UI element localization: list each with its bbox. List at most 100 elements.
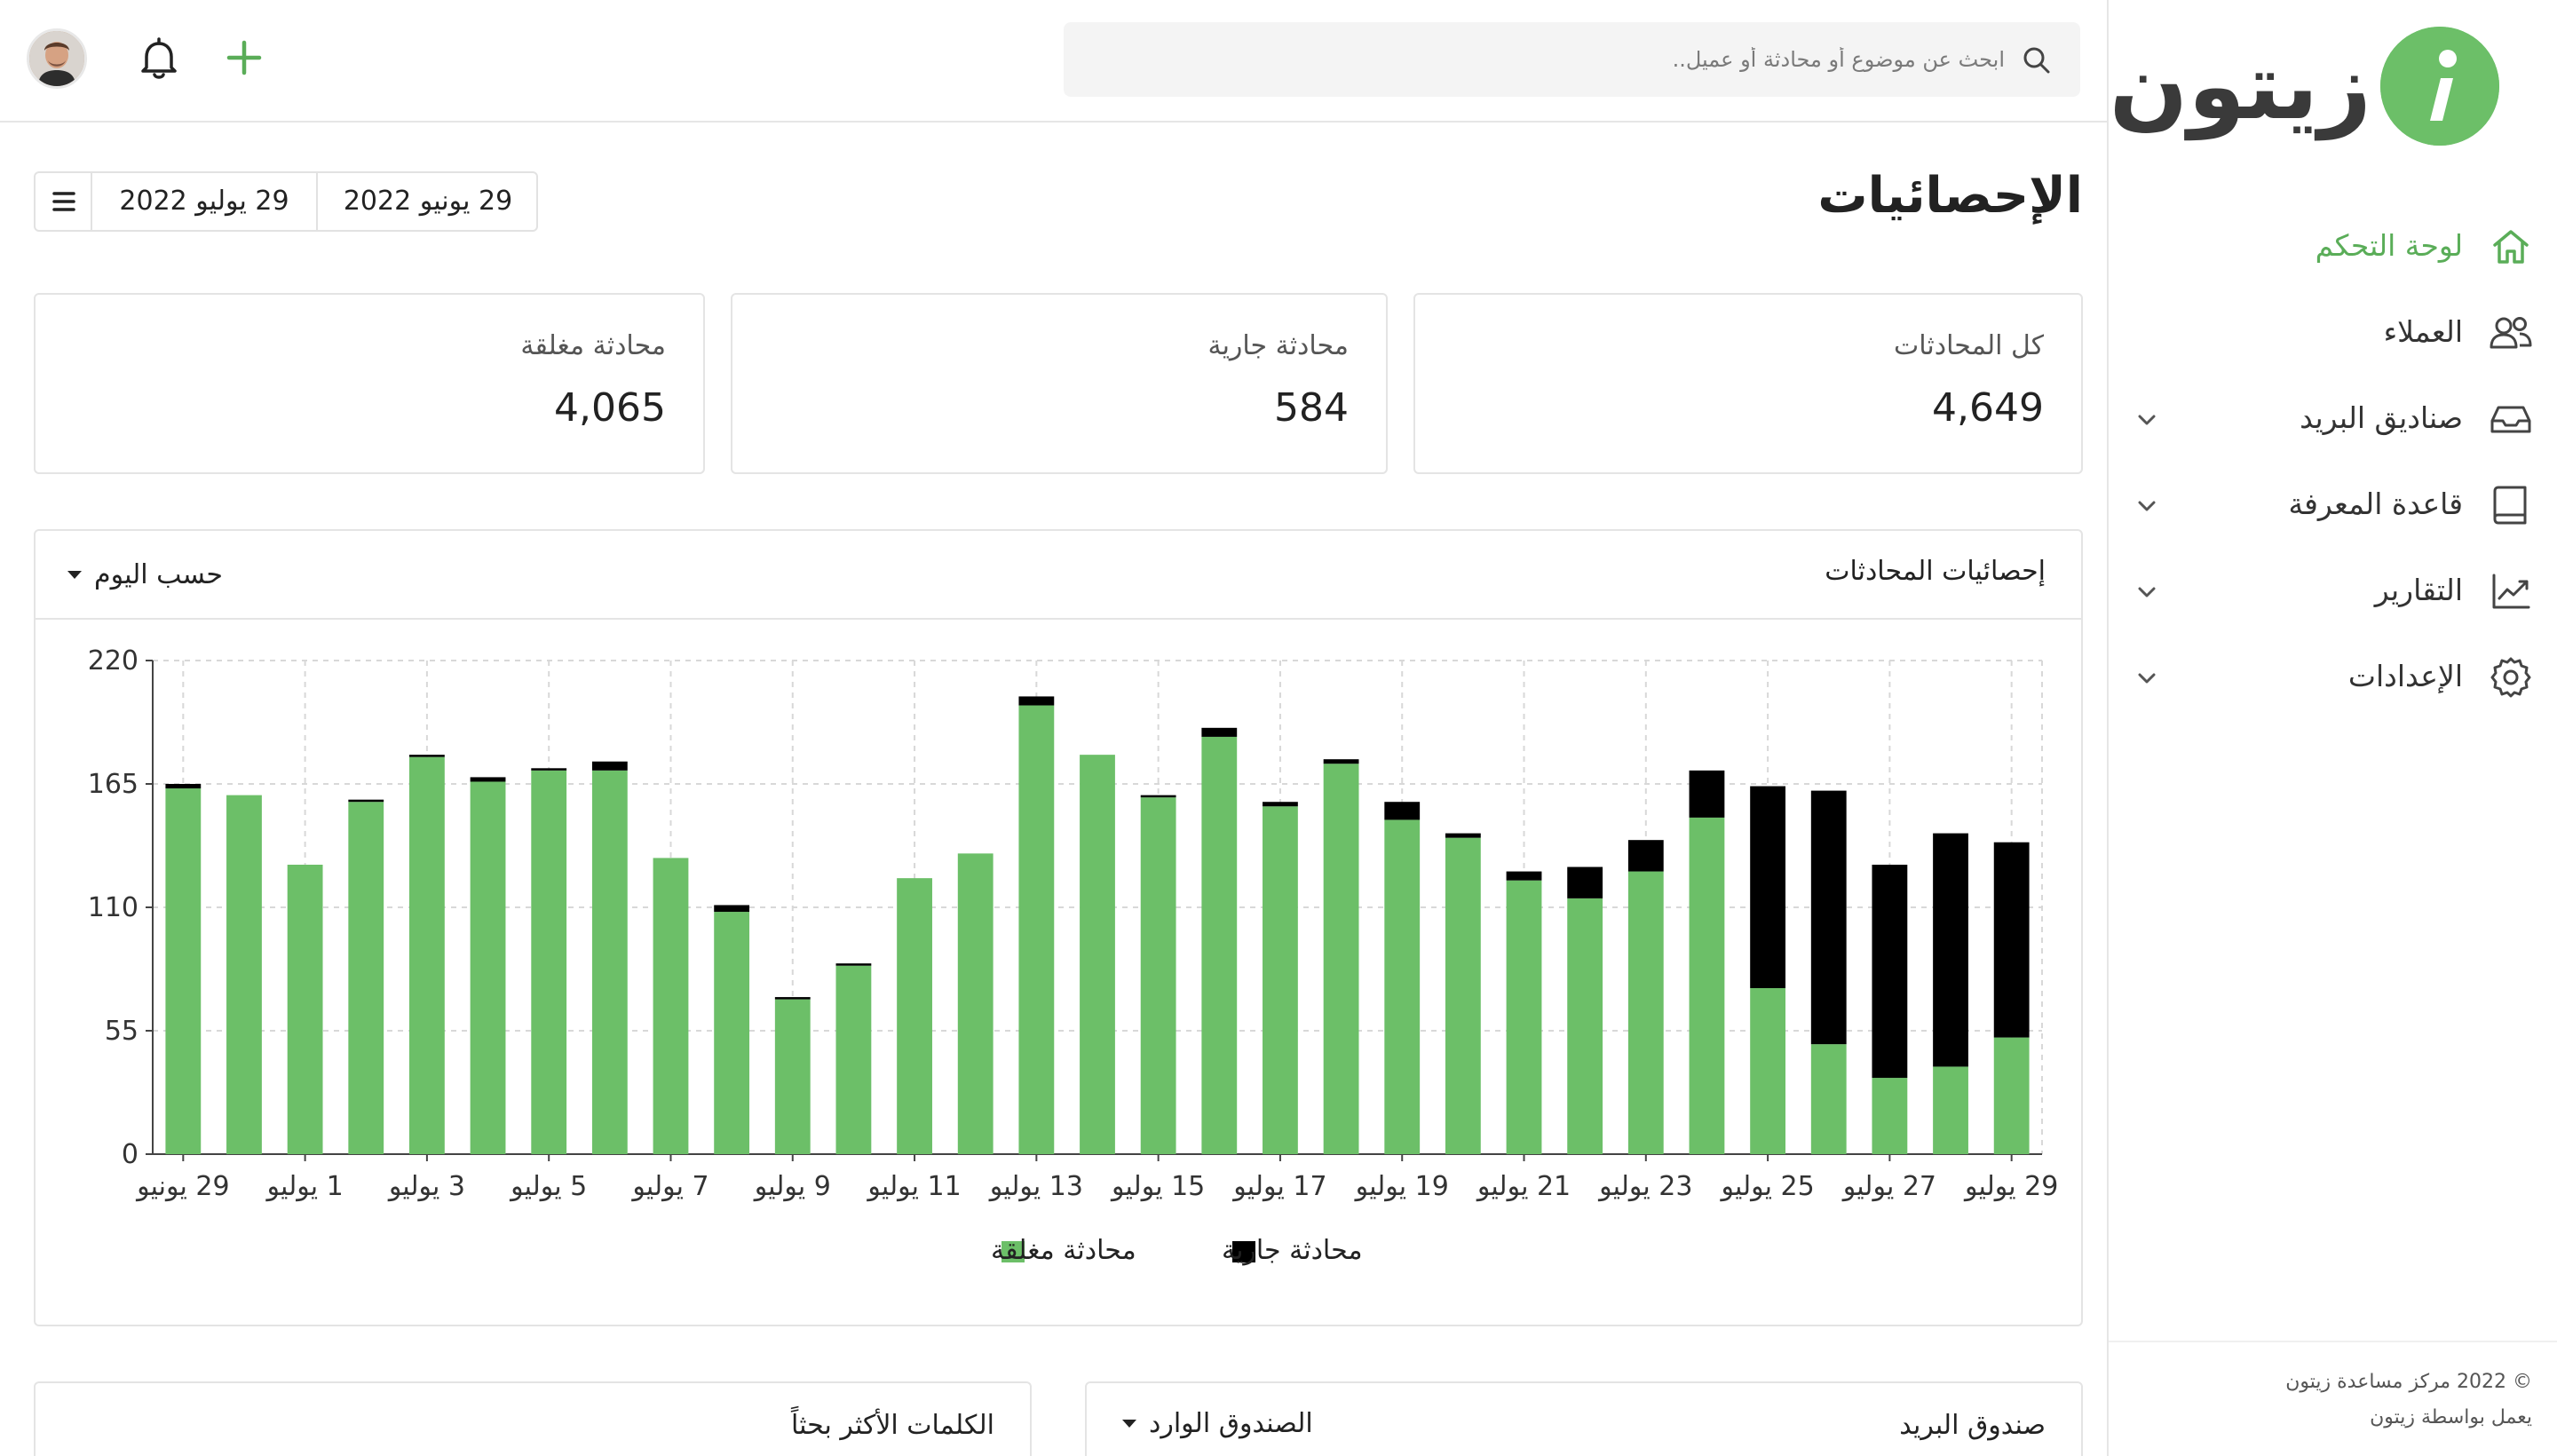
bar-open [774,997,811,1000]
mailbox-card: صندوق البريد الصندوق الوارد [1085,1381,2083,1456]
date-start[interactable]: 29 يونيو 2022 [316,173,538,230]
logo-mark-icon [2380,27,2499,146]
powered-by-text[interactable]: يعمل بواسطة زيتون [2370,1406,2532,1428]
conversations-stats-panel: إحصائيات المحادثات حسب اليوم 0 55 110 165 22… [34,529,2083,1326]
top-bar [0,0,2107,123]
avatar[interactable] [27,28,87,89]
x-tick-label: 21 يوليو [1476,1171,1571,1202]
y-tick-label: 0 [122,1139,139,1170]
bar-open [1201,727,1238,737]
bar-open [1323,759,1359,764]
bar-closed [408,756,445,1154]
bar-closed [653,858,689,1154]
bar-open [470,777,506,782]
sidebar-item-dashboard[interactable]: لوحة التحكم [2109,204,2557,290]
bar-closed [1506,880,1542,1154]
bar-open [1993,842,2030,1038]
users-icon [2490,317,2532,349]
chart-line-icon [2492,574,2530,609]
stat-card-open: محادثة جارية 584 [731,293,1388,474]
legend-label: محادثة جارية [1222,1235,1363,1266]
x-tick-label: 27 يوليو [1841,1171,1936,1202]
x-tick-label: 7 يوليو [630,1171,709,1202]
chevron-down-icon[interactable] [2132,405,2162,435]
chevron-down-icon[interactable] [2132,491,2162,521]
bar-closed [348,802,384,1154]
x-tick-label: 29 يونيو [135,1171,229,1202]
group-by-dropdown[interactable]: حسب اليوم [67,554,223,595]
sidebar-item-customers[interactable]: العملاء [2109,290,2557,376]
bar-closed [1323,764,1359,1154]
mailbox-select[interactable]: الصندوق الوارد [1122,1408,1313,1439]
bell-icon[interactable] [138,36,180,82]
chevron-down-icon[interactable] [2132,663,2162,693]
bar-open [1445,833,1481,838]
caret-down-icon [67,570,82,579]
sidebar-divider [2109,1341,2557,1342]
bar-closed [774,999,811,1154]
menu-button[interactable] [36,173,92,230]
panel-header: إحصائيات المحادثات حسب اليوم [36,531,2081,620]
bar-closed [531,770,567,1154]
bar-closed [1080,755,1115,1154]
stat-value: 4,065 [554,385,666,431]
x-tick-label: 13 يوليو [988,1171,1083,1202]
keywords-card-title: الكلمات الأكثر بحثاً [790,1410,994,1441]
add-icon[interactable] [226,39,263,76]
bar-open [1018,696,1055,706]
hamburger-icon [52,192,75,211]
sidebar-nav: لوحة التحكم العملاء صناديق البريد قاعدة … [2109,204,2557,721]
sidebar-item-mailboxes[interactable]: صناديق البريد [2109,376,2557,463]
date-end[interactable]: 29 يوليو 2022 [94,173,314,230]
bar-closed [1384,819,1421,1154]
bar-closed [287,864,323,1154]
bar-open [165,784,202,789]
sidebar-item-knowledge-base[interactable]: قاعدة المعرفة [2109,463,2557,549]
sidebar-item-settings[interactable]: الإعدادات [2109,635,2557,721]
bar-open [408,755,445,757]
bar-open [1384,802,1421,820]
bar-closed [1018,705,1055,1154]
bar-open [1140,795,1176,798]
keywords-card: الكلمات الأكثر بحثاً [34,1381,1032,1456]
brand-logo[interactable]: زيتون [2110,27,2521,151]
legend-label: محادثة مغلقة [991,1235,1136,1266]
stat-label: محادثة مغلقة [520,330,666,361]
x-tick-label: 15 يوليو [1110,1171,1205,1202]
sidebar-item-reports[interactable]: التقارير [2109,549,2557,635]
bar-closed [165,788,202,1154]
sidebar-item-label: العملاء [2383,314,2463,349]
bar-open [531,768,567,771]
sidebar: زيتون لوحة التحكم العملاء صناديق البريد … [2107,0,2557,1456]
sidebar-item-label: قاعدة المعرفة [2288,487,2463,521]
bar-closed [714,912,750,1154]
caret-down-icon [1122,1420,1136,1428]
x-tick-label: 29 يوليو [1963,1171,2058,1202]
x-tick-label: 3 يوليو [387,1171,465,1202]
app-root: زيتون لوحة التحكم العملاء صناديق البريد … [0,0,2557,1456]
y-tick-label: 165 [88,769,139,800]
search-input[interactable] [1081,22,2005,97]
bar-closed [226,795,262,1154]
bar-closed [1627,871,1664,1154]
inbox-icon [2490,406,2531,433]
bar-open [1872,864,1908,1079]
bar-open [835,963,872,966]
y-tick-label: 110 [88,892,139,923]
home-icon [2493,230,2529,264]
bar-closed [1201,736,1238,1154]
bar-open [1567,866,1603,898]
bar-open [1627,840,1664,872]
bar-closed [835,965,872,1154]
gear-icon [2490,657,2531,698]
stat-value: 584 [1274,385,1349,431]
bar-closed [1567,898,1603,1154]
bar-closed [470,781,506,1154]
stat-value: 4,649 [1932,385,2044,431]
bar-open [1506,871,1542,881]
chevron-down-icon[interactable] [2132,577,2162,607]
bar-closed [1810,1044,1847,1154]
x-tick-label: 5 يوليو [509,1171,587,1202]
stat-label: كل المحادثات [1894,330,2044,361]
bar-closed [591,770,628,1154]
